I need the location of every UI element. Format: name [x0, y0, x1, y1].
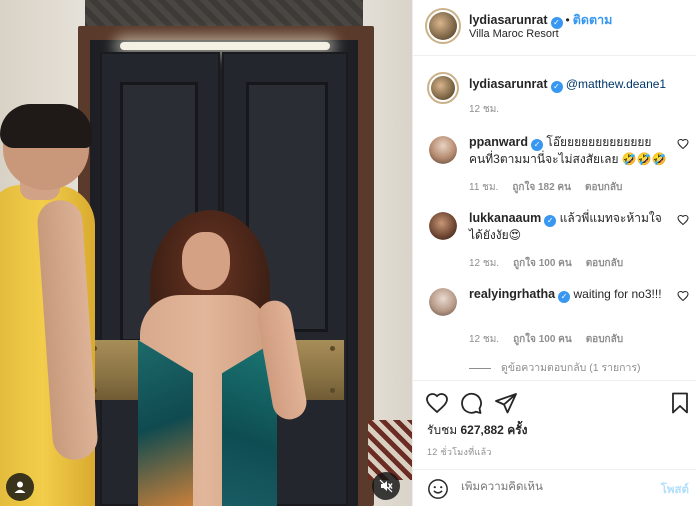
mute-button[interactable] [372, 472, 400, 500]
woman-face [182, 232, 230, 290]
comment-item: ppanward ✓ โอ๊ยยยยยยยยยยยยย คนที่3ตามมานี… [427, 134, 689, 194]
comment-body: waiting for no3!!! [573, 287, 662, 301]
comment-text: lukkanaaum ✓ แล้วพี่แมทจะห้ามใจได้ยังงัย😍 [469, 210, 667, 244]
caption-avatar[interactable] [427, 72, 459, 104]
comment-username[interactable]: lukkanaaum [469, 211, 541, 225]
author-line: lydiasarunrat ✓ • ติดตาม [469, 10, 612, 30]
bookmark-icon[interactable] [668, 391, 692, 415]
user-tag-icon [14, 481, 26, 493]
reply-button[interactable]: ตอบกลับ [585, 182, 622, 193]
comment-icon[interactable] [459, 391, 483, 415]
replies-line [469, 367, 491, 369]
user-tag-button[interactable] [6, 473, 34, 501]
separator-dot: • [565, 13, 570, 27]
door-light [120, 42, 330, 50]
man-hair [0, 104, 92, 148]
comment-time[interactable]: 12 ชม. [469, 334, 499, 345]
comment-meta: 12 ชม. ถูกใจ 100 คน ตอบกลับ [469, 256, 637, 271]
post-caption: lydiasarunrat ✓ @matthew.deane1 12 ชม. [427, 72, 689, 118]
comment-text: realyingrhatha ✓ waiting for no3!!! [469, 286, 667, 303]
reply-button[interactable]: ตอบกลับ [586, 258, 623, 269]
comment-heart-icon[interactable] [677, 214, 689, 226]
view-replies-label: ดูข้อความตอบกลับ (1 รายการ) [501, 362, 641, 374]
comment-likes[interactable]: ถูกใจ 100 คน [513, 258, 572, 269]
post-media[interactable] [0, 0, 412, 506]
mute-icon [379, 479, 393, 493]
heart-icon[interactable] [425, 391, 449, 415]
views-prefix: รับชม [427, 423, 458, 437]
views-number: 627,882 [460, 423, 504, 437]
views-suffix: ครั้ง [507, 423, 528, 437]
verified-icon: ✓ [544, 215, 557, 227]
post-header: lydiasarunrat ✓ • ติดตาม Villa Maroc Resort [413, 0, 696, 56]
caption-time[interactable]: 12 ชม. [469, 104, 499, 115]
emoji-icon[interactable] [427, 478, 449, 500]
share-icon[interactable] [494, 391, 518, 415]
comment-meta: 11 ชม. ถูกใจ 182 คน ตอบกลับ [469, 180, 636, 195]
view-count[interactable]: รับชม 627,882 ครั้ง [427, 421, 528, 440]
follow-button[interactable]: ติดตาม [573, 13, 613, 27]
view-replies-button[interactable]: ดูข้อความตอบกลับ (1 รายการ) [469, 359, 641, 376]
comment-item: realyingrhatha ✓ waiting for no3!!! 12 ชม… [427, 286, 689, 346]
post-actions: รับชม 627,882 ครั้ง 12 ชั่วโมงที่แล้ว โพ… [413, 380, 696, 506]
comment-time[interactable]: 11 ชม. [469, 182, 498, 193]
comment-time[interactable]: 12 ชม. [469, 258, 499, 269]
post-comment-button[interactable]: โพสต์ [661, 481, 689, 499]
verified-icon: ✓ [531, 139, 544, 151]
comment-input[interactable] [461, 481, 631, 493]
caption-text: lydiasarunrat ✓ @matthew.deane1 [469, 76, 667, 93]
reply-button[interactable]: ตอบกลับ [586, 334, 623, 345]
comment-avatar[interactable] [429, 212, 457, 240]
comment-avatar[interactable] [429, 136, 457, 164]
author-avatar[interactable] [425, 8, 461, 44]
caption-mention[interactable]: @matthew.deane1 [566, 77, 666, 91]
decorative-tile [368, 420, 412, 480]
comment-heart-icon[interactable] [677, 138, 689, 150]
post-time[interactable]: 12 ชั่วโมงที่แล้ว [427, 445, 492, 459]
comment-username[interactable]: ppanward [469, 135, 528, 149]
verified-icon: ✓ [558, 291, 571, 303]
author-username[interactable]: lydiasarunrat [469, 13, 548, 27]
comment-likes[interactable]: ถูกใจ 100 คน [513, 334, 572, 345]
caption-meta: 12 ชม. [469, 102, 513, 117]
caption-username[interactable]: lydiasarunrat [469, 77, 548, 91]
post-location[interactable]: Villa Maroc Resort [469, 28, 559, 40]
comment-meta: 12 ชม. ถูกใจ 100 คน ตอบกลับ [469, 332, 637, 347]
comment-username[interactable]: realyingrhatha [469, 287, 555, 301]
comment-composer: โพสต์ [413, 469, 696, 506]
verified-icon: ✓ [550, 81, 563, 93]
comment-text: ppanward ✓ โอ๊ยยยยยยยยยยยยย คนที่3ตามมานี… [469, 134, 667, 168]
comment-avatar[interactable] [429, 288, 457, 316]
comment-likes[interactable]: ถูกใจ 182 คน [512, 182, 571, 193]
comment-item: lukkanaaum ✓ แล้วพี่แมทจะห้ามใจได้ยังงัย😍… [427, 210, 689, 270]
comment-heart-icon[interactable] [677, 290, 689, 302]
post-sidebar: lydiasarunrat ✓ • ติดตาม Villa Maroc Resort… [412, 0, 696, 506]
